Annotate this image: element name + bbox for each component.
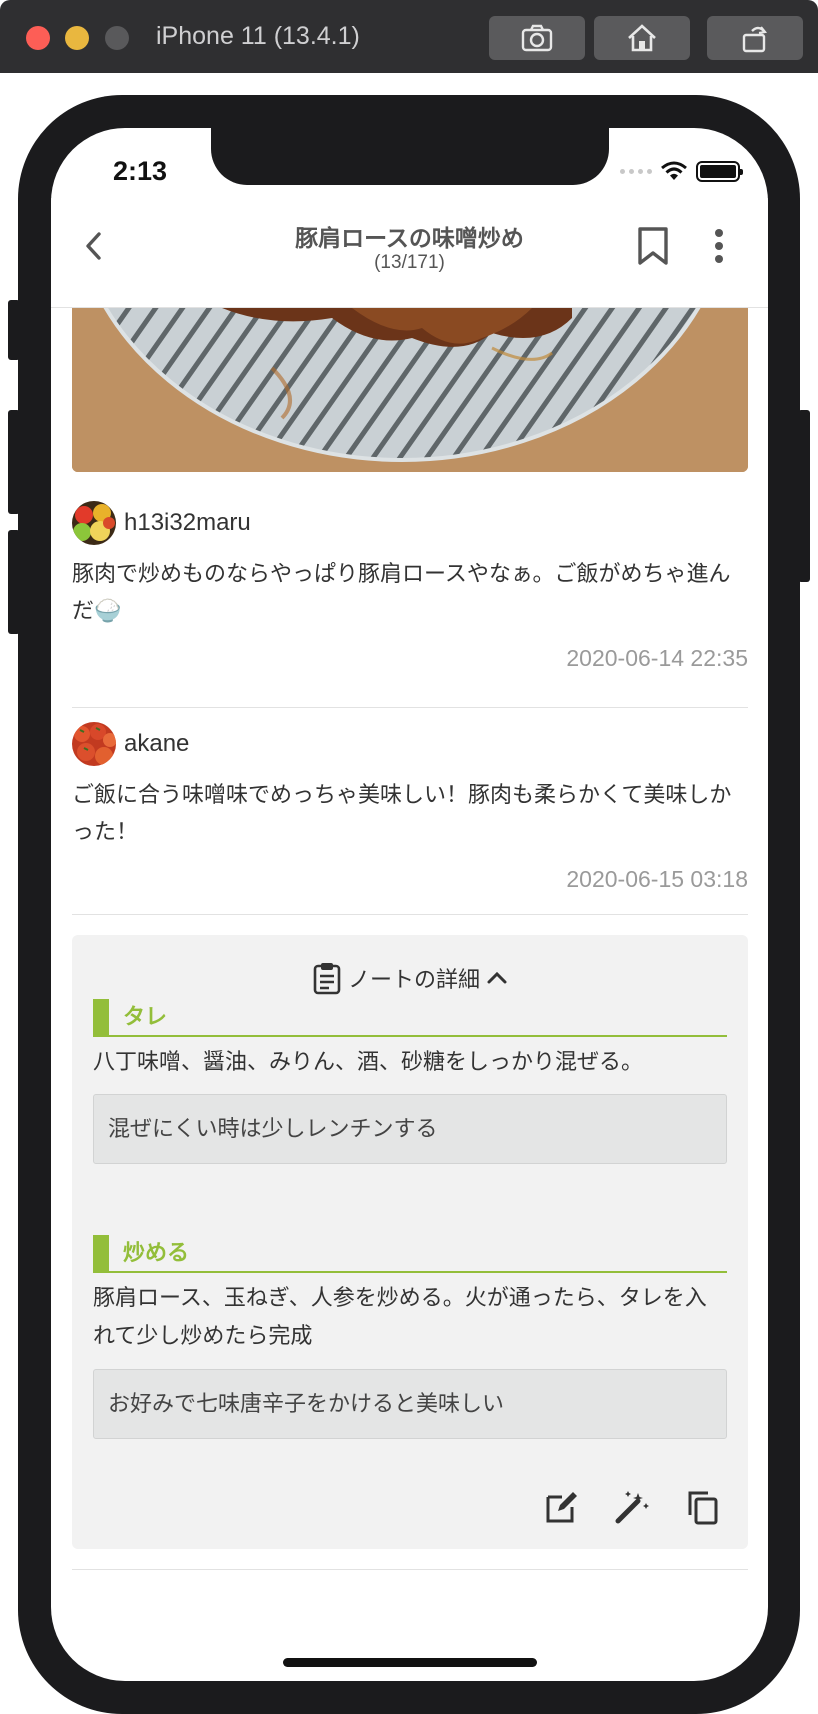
- comment-date: 2020-06-15 03:18: [566, 866, 748, 892]
- simulator-title: iPhone 11 (13.4.1): [156, 22, 360, 50]
- clipboard-icon: [313, 963, 341, 995]
- tomato-avatar-image: [72, 722, 116, 766]
- battery-icon: [696, 160, 743, 182]
- divider: [72, 1569, 748, 1570]
- notch: [211, 128, 609, 185]
- home-button[interactable]: [594, 16, 690, 60]
- note-tip: お好みで七味唐辛子をかけると美味しい: [93, 1369, 727, 1439]
- avatar[interactable]: [72, 722, 116, 766]
- wifi-icon: [661, 161, 687, 180]
- navigation-bar: 豚肩ロースの味噌炒め (13/171): [51, 198, 768, 308]
- zoom-window-button[interactable]: [105, 26, 129, 50]
- comment-username[interactable]: h13i32maru: [124, 509, 251, 537]
- edit-note-button[interactable]: [540, 1485, 584, 1529]
- bookmark-button[interactable]: [631, 222, 675, 270]
- note-section-title: 炒める: [93, 1235, 727, 1273]
- rotate-button[interactable]: [707, 16, 803, 60]
- note-section-title: タレ: [93, 999, 727, 1037]
- minimize-window-button[interactable]: [65, 26, 89, 50]
- edit-icon: [546, 1492, 577, 1523]
- camera-icon: [521, 24, 553, 52]
- comment-username[interactable]: akane: [124, 730, 189, 758]
- comment-item: h13i32maru 豚肉で炒めものならやっぱり豚肩ロースやなぁ。ご飯がめちゃ進…: [72, 501, 748, 672]
- fruit-avatar-image: [72, 501, 116, 545]
- food-plate-image: [72, 308, 748, 472]
- screenshot-button[interactable]: [489, 16, 585, 60]
- bookmark-icon: [638, 227, 668, 265]
- note-details-title: ノートの詳細: [347, 967, 480, 992]
- comment-text: ご飯に合う味噌味でめっちゃ美味しい！豚肉も柔らかくて美味しかった！: [72, 782, 732, 844]
- phone-screen: 2:13 豚肩ロースの味噌炒め (13/171) h13i32maru 豚肉で炒…: [51, 128, 768, 1681]
- close-window-button[interactable]: [26, 26, 50, 50]
- more-options-button[interactable]: [699, 222, 739, 270]
- home-icon: [628, 24, 656, 52]
- simulator-title-bar: iPhone 11 (13.4.1): [0, 0, 818, 73]
- chevron-up-icon: [487, 971, 507, 984]
- comment-text: 豚肉で炒めものならやっぱり豚肩ロースやなぁ。ご飯がめちゃ進んだ🍚: [72, 561, 731, 623]
- status-time: 2:13: [113, 156, 168, 186]
- rotate-icon: [742, 26, 768, 53]
- home-indicator: [283, 1658, 537, 1667]
- divider: [72, 914, 748, 915]
- divider: [72, 707, 748, 708]
- note-section-text: 豚肩ロース、玉ねぎ、人参を炒める。火が通ったら、タレを入れて少し炒めたら完成: [93, 1285, 707, 1348]
- status-icons: [620, 160, 743, 182]
- avatar[interactable]: [72, 501, 116, 545]
- note-section-text: 八丁味噌、醤油、みりん、酒、砂糖をしっかり混ぜる。: [93, 1049, 644, 1074]
- note-tip: 混ぜにくい時は少しレンチンする: [93, 1094, 727, 1164]
- recipe-photo: [72, 308, 748, 472]
- magic-wand-icon: [615, 1491, 649, 1524]
- copy-note-button[interactable]: [680, 1485, 724, 1529]
- more-vertical-icon: [715, 229, 723, 263]
- comment-date: 2020-06-14 22:35: [566, 645, 748, 671]
- note-details-toggle[interactable]: ノートの詳細: [72, 961, 748, 995]
- comment-item: akane ご飯に合う味噌味でめっちゃ美味しい！豚肉も柔らかくて美味しかった！ …: [72, 722, 748, 893]
- copy-icon: [688, 1491, 718, 1525]
- note-details-panel: ノートの詳細 タレ 八丁味噌、醤油、みりん、酒、砂糖をしっかり混ぜる。 混ぜにく…: [72, 935, 748, 1549]
- magic-wand-button[interactable]: [610, 1485, 654, 1529]
- signal-icon: [620, 168, 652, 174]
